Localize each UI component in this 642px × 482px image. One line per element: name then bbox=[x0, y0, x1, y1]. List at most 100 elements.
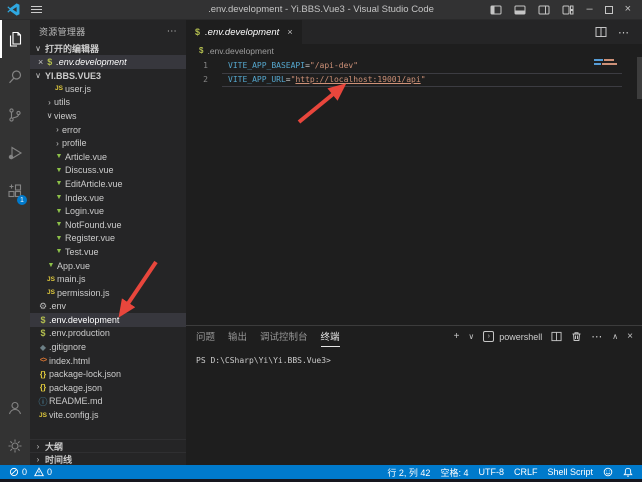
run-and-debug-icon[interactable] bbox=[0, 134, 30, 172]
open-editors-header[interactable]: ∨ 打开的编辑器 bbox=[30, 42, 186, 55]
tree-item-editarticle.vue[interactable]: ▼EditArticle.vue bbox=[30, 177, 186, 191]
close-panel-icon[interactable]: × bbox=[627, 332, 633, 342]
explorer-sidebar: 资源管理器 ⋯ ∨ 打开的编辑器 × $ .env.development ∨ … bbox=[30, 20, 186, 465]
tree-item-vite.config.js[interactable]: JSvite.config.js bbox=[30, 408, 186, 422]
toggle-secondary-sidebar-icon[interactable] bbox=[538, 4, 550, 16]
tree-item-label: EditArticle.vue bbox=[65, 179, 123, 189]
tree-item-.env.production[interactable]: $.env.production bbox=[30, 327, 186, 341]
tree-item-login.vue[interactable]: ▼Login.vue bbox=[30, 204, 186, 218]
vue-file-icon: ▼ bbox=[53, 221, 65, 228]
status-encoding[interactable]: UTF-8 bbox=[478, 467, 504, 477]
status-eol[interactable]: CRLF bbox=[514, 467, 538, 477]
sidebar-spacer bbox=[30, 422, 186, 439]
tree-item-user.js[interactable]: JSuser.js bbox=[30, 82, 186, 96]
toggle-panel-icon[interactable] bbox=[514, 4, 526, 16]
tree-item-app.vue[interactable]: ▼App.vue bbox=[30, 259, 186, 273]
powershell-terminal-icon[interactable]: › bbox=[483, 331, 494, 342]
code-editor[interactable]: 1 VITE_APP_BASEAPI="/api-dev" 2 VITE_APP… bbox=[186, 57, 642, 325]
panel-tab-debug-console[interactable]: 调试控制台 bbox=[260, 326, 308, 347]
timeline-section-header[interactable]: › 时间线 bbox=[30, 452, 186, 465]
terminal-content[interactable]: PS D:\CSharp\Yi\Yi.BBS.Vue3> bbox=[186, 347, 642, 365]
tree-item-label: Article.vue bbox=[65, 152, 107, 162]
tree-item-package-lock.json[interactable]: {}package-lock.json bbox=[30, 367, 186, 381]
menu-icon[interactable] bbox=[31, 6, 42, 13]
notifications-bell-icon[interactable] bbox=[623, 467, 633, 477]
title-bar: .env.development - Yi.BBS.Vue3 - Visual … bbox=[0, 0, 642, 20]
minimap[interactable] bbox=[594, 59, 628, 67]
tree-item-label: Register.vue bbox=[65, 233, 115, 243]
status-indentation[interactable]: 空格: 4 bbox=[440, 466, 468, 479]
tree-item-error[interactable]: ›error bbox=[30, 123, 186, 137]
tab-env-development[interactable]: $ .env.development × bbox=[186, 20, 302, 44]
feedback-smiley-icon[interactable] bbox=[603, 467, 613, 477]
tree-item-test.vue[interactable]: ▼Test.vue bbox=[30, 245, 186, 259]
close-icon[interactable]: × bbox=[38, 57, 43, 67]
explorer-icon[interactable] bbox=[0, 20, 30, 58]
chevron-down-icon: ∨ bbox=[45, 111, 54, 120]
panel-more-actions-icon[interactable]: ⋯ bbox=[591, 330, 603, 343]
editor-scrollbar[interactable] bbox=[637, 57, 642, 99]
tree-item-package.json[interactable]: {}package.json bbox=[30, 381, 186, 395]
tree-item-article.vue[interactable]: ▼Article.vue bbox=[30, 150, 186, 164]
split-editor-icon[interactable] bbox=[595, 26, 607, 38]
tree-item-label: user.js bbox=[65, 84, 91, 94]
panel-tab-terminal[interactable]: 终端 bbox=[321, 326, 340, 347]
source-control-icon[interactable] bbox=[0, 96, 30, 134]
panel-tab-output[interactable]: 输出 bbox=[228, 326, 247, 347]
maximize-panel-icon[interactable]: ∧ bbox=[612, 332, 618, 341]
url-link[interactable]: http://localhost:19001/api bbox=[295, 75, 420, 84]
tree-item-.env.development[interactable]: $.env.development bbox=[30, 313, 186, 327]
tree-item-readme.md[interactable]: ⓘREADME.md bbox=[30, 395, 186, 409]
tree-item-permission.js[interactable]: JSpermission.js bbox=[30, 286, 186, 300]
chevron-right-icon: › bbox=[34, 442, 42, 451]
tree-item-index.html[interactable]: <>index.html bbox=[30, 354, 186, 368]
extensions-icon[interactable]: 1 bbox=[0, 172, 30, 210]
tab-close-icon[interactable]: × bbox=[287, 27, 292, 37]
html-file-icon: <> bbox=[37, 357, 49, 364]
tree-item-main.js[interactable]: JSmain.js bbox=[30, 272, 186, 286]
maximize-button[interactable] bbox=[605, 6, 613, 14]
js-file-icon: JS bbox=[45, 276, 57, 283]
tree-item-label: profile bbox=[62, 138, 87, 148]
tree-item-.gitignore[interactable]: ◆.gitignore bbox=[30, 340, 186, 354]
settings-gear-icon[interactable] bbox=[0, 427, 30, 465]
status-errors-warnings[interactable]: 0 0 bbox=[9, 467, 52, 477]
kill-terminal-trash-icon[interactable] bbox=[571, 331, 582, 342]
tree-item-label: error bbox=[62, 125, 81, 135]
code-line-1[interactable]: 1 VITE_APP_BASEAPI="/api-dev" bbox=[186, 59, 642, 73]
breadcrumb-item[interactable]: .env.development bbox=[207, 46, 273, 56]
tree-item-utils[interactable]: ›utils bbox=[30, 96, 186, 110]
terminal-profile-chevron-icon[interactable]: ∨ bbox=[468, 332, 474, 341]
status-cursor-position[interactable]: 行 2, 列 42 bbox=[387, 466, 430, 479]
code-line-2[interactable]: 2 VITE_APP_URL="http://localhost:19001/a… bbox=[186, 73, 642, 87]
tree-item-.env[interactable]: ⚙.env bbox=[30, 300, 186, 314]
split-terminal-icon[interactable] bbox=[551, 331, 562, 342]
toggle-sidebar-icon[interactable] bbox=[490, 4, 502, 16]
tree-item-views[interactable]: ∨views bbox=[30, 109, 186, 123]
tree-item-profile[interactable]: ›profile bbox=[30, 136, 186, 150]
tree-item-label: package-lock.json bbox=[49, 369, 121, 379]
terminal-shell-label[interactable]: powershell bbox=[499, 332, 542, 342]
search-icon[interactable] bbox=[0, 58, 30, 96]
tree-item-index.vue[interactable]: ▼Index.vue bbox=[30, 191, 186, 205]
customize-layout-icon[interactable] bbox=[562, 4, 574, 16]
breadcrumb[interactable]: $ .env.development bbox=[186, 44, 642, 57]
tree-item-label: utils bbox=[54, 97, 70, 107]
js-file-icon: JS bbox=[45, 289, 57, 296]
project-root-header[interactable]: ∨ YI.BBS.VUE3 bbox=[30, 69, 186, 82]
tree-item-register.vue[interactable]: ▼Register.vue bbox=[30, 232, 186, 246]
account-icon[interactable] bbox=[0, 389, 30, 427]
sidebar-more-actions-icon[interactable]: ⋯ bbox=[167, 26, 177, 37]
panel-tab-problems[interactable]: 问题 bbox=[196, 326, 215, 347]
editor-more-actions-icon[interactable]: ⋯ bbox=[618, 26, 630, 39]
tree-item-notfound.vue[interactable]: ▼NotFound.vue bbox=[30, 218, 186, 232]
new-terminal-icon[interactable]: + bbox=[454, 332, 460, 342]
file-tree: JSuser.js›utils∨views›error›profile▼Arti… bbox=[30, 82, 186, 422]
close-window-button[interactable]: × bbox=[625, 4, 631, 15]
tree-item-discuss.vue[interactable]: ▼Discuss.vue bbox=[30, 164, 186, 178]
sidebar-title: 资源管理器 bbox=[39, 25, 86, 38]
status-language[interactable]: Shell Script bbox=[547, 467, 593, 477]
outline-section-header[interactable]: › 大纲 bbox=[30, 439, 186, 452]
open-editor-item[interactable]: × $ .env.development bbox=[30, 55, 186, 69]
minimize-button[interactable]: – bbox=[586, 4, 592, 15]
